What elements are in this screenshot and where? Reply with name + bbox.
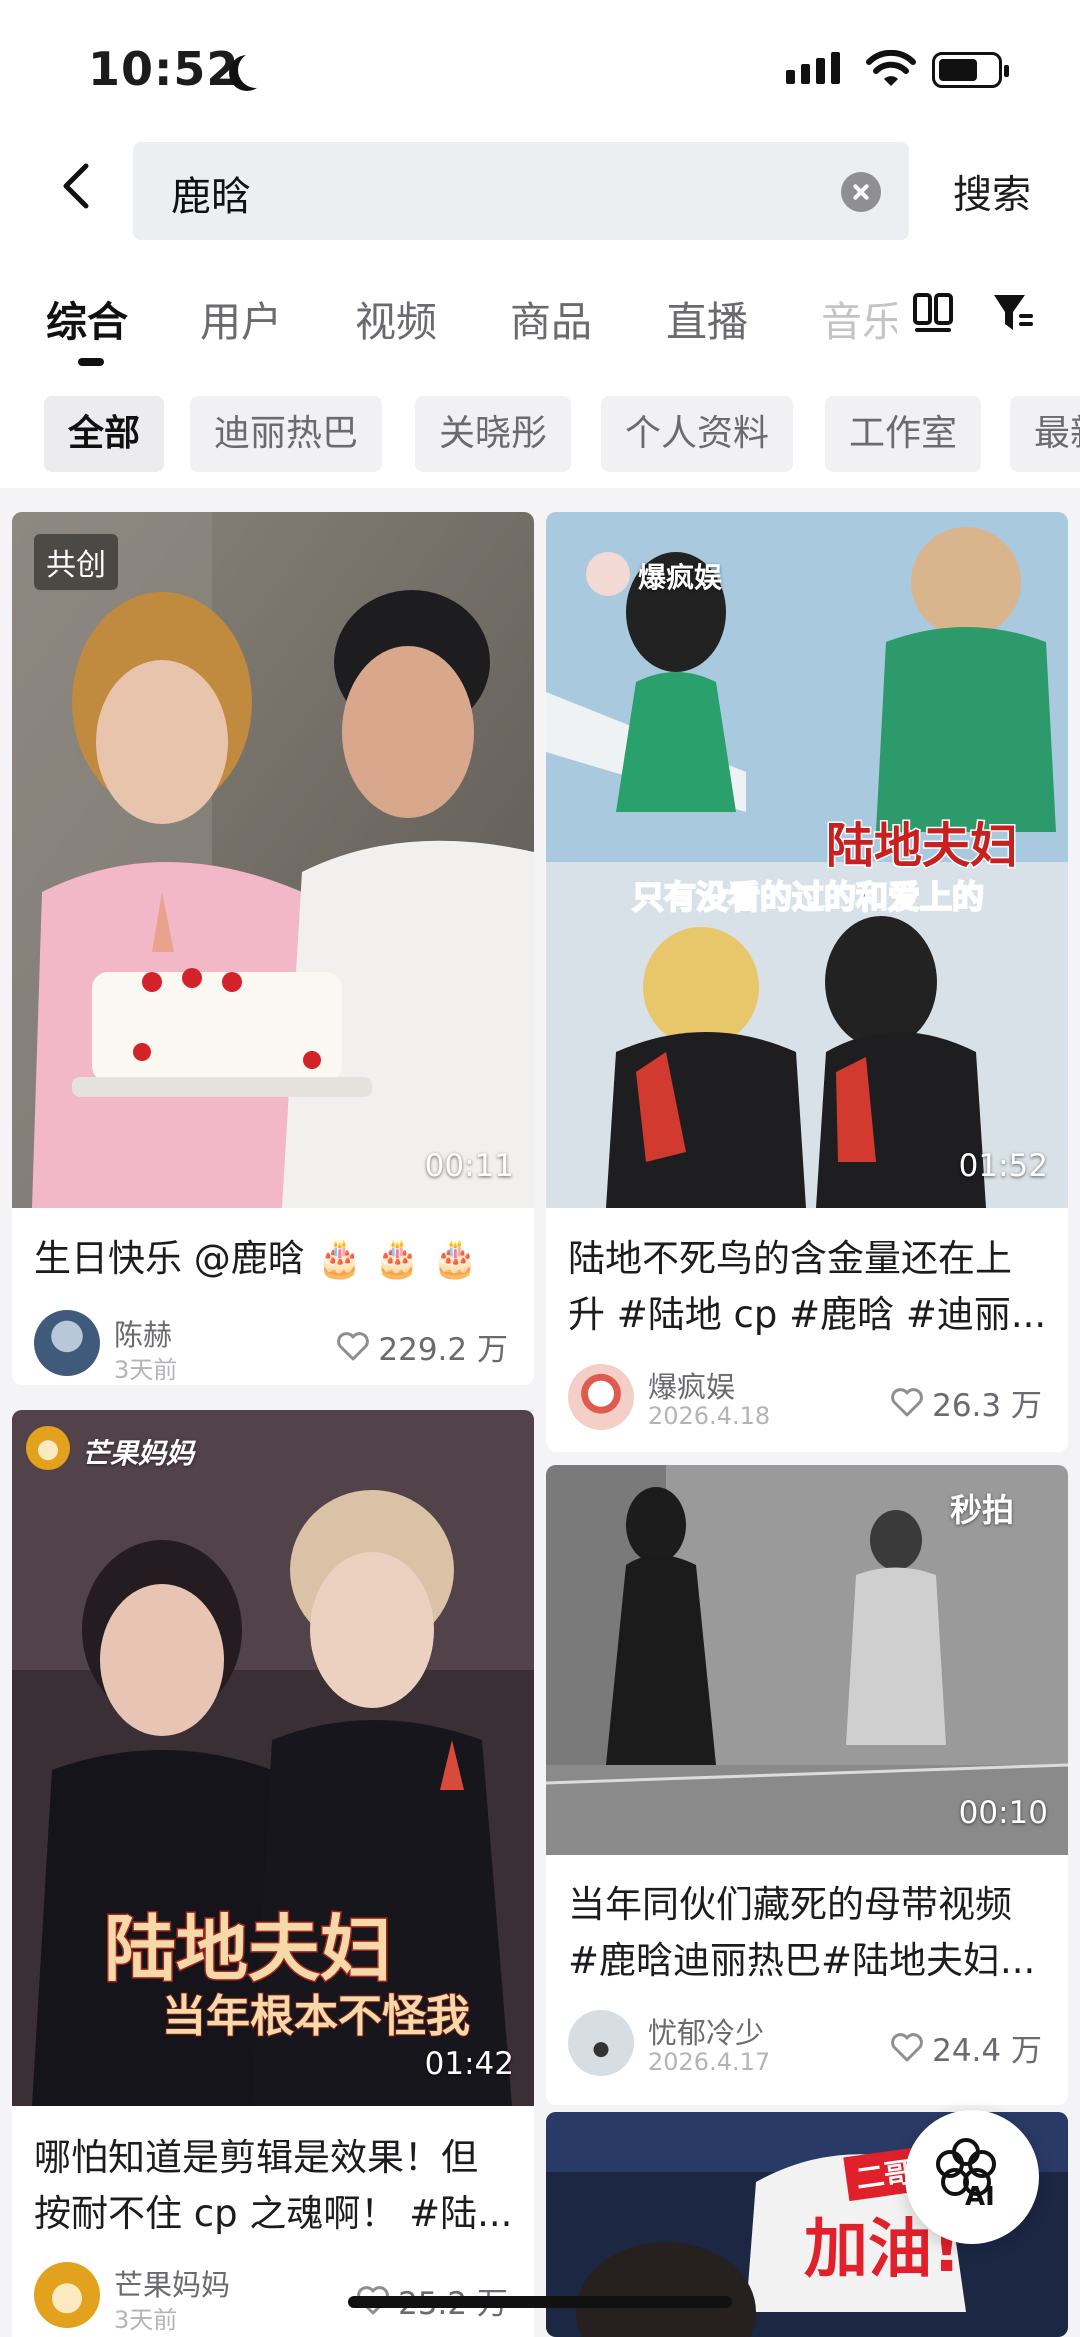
- tab-music[interactable]: 音乐: [821, 288, 897, 348]
- ai-assistant-button[interactable]: AI: [905, 2110, 1039, 2244]
- search-input[interactable]: 鹿晗: [133, 142, 909, 240]
- chip-all[interactable]: 全部: [44, 396, 165, 472]
- author-name[interactable]: 爆疯娱: [648, 1364, 735, 1406]
- like-count[interactable]: 24.4 万: [890, 2025, 1042, 2070]
- author-avatar[interactable]: [568, 1364, 634, 1430]
- video-title: 当年同伙们藏死的母带视频 #鹿晗迪丽热巴#陆地夫妇...: [568, 1883, 1036, 1982]
- video-duration: 00:10: [958, 1795, 1048, 1831]
- ai-label: AI: [965, 2182, 995, 2212]
- chip-profile[interactable]: 个人资料: [601, 396, 794, 472]
- channel-watermark: 爆疯娱: [638, 561, 723, 594]
- video-card[interactable]: 秒拍 00:10 当年同伙们藏死的母带视频 #鹿晗迪丽热巴#陆地夫妇... 忧郁…: [546, 1465, 1068, 2105]
- battery-icon: [932, 52, 1009, 88]
- like-count-value: 24.4 万: [932, 2033, 1042, 2069]
- like-count[interactable]: 26.3 万: [890, 1380, 1042, 1425]
- video-title: 哪怕知道是剪辑是效果！但按耐不住 cp 之魂啊！ #陆...: [34, 2136, 513, 2235]
- co-create-badge: 共创: [34, 534, 118, 590]
- chip-dilireba[interactable]: 迪丽热巴: [190, 396, 383, 472]
- search-button[interactable]: 搜索: [953, 164, 1031, 220]
- author-avatar[interactable]: [34, 2262, 100, 2328]
- video-card[interactable]: 爆疯娱 陆地夫妇 只有没看的过的和爱上的 01:52 陆地不死鸟的含金量还在上升…: [546, 512, 1068, 1452]
- post-date: 2026.4.18: [648, 1402, 771, 1430]
- author-name[interactable]: 陈赫: [114, 1312, 172, 1354]
- video-card[interactable]: 芒果妈妈 陆地夫妇 当年根本不怪我 01:42 哪怕知道是剪辑是效果！但按耐不住…: [12, 1410, 534, 2337]
- grid-view-icon[interactable]: [912, 292, 954, 334]
- chip-studio[interactable]: 工作室: [825, 396, 982, 472]
- video-thumbnail: [12, 512, 534, 1208]
- tab-all[interactable]: 综合: [46, 288, 128, 348]
- tab-users[interactable]: 用户: [200, 288, 282, 348]
- channel-logo-icon: [26, 1426, 70, 1470]
- wifi-icon: [866, 50, 916, 86]
- video-duration: 01:52: [958, 1148, 1048, 1184]
- author-avatar[interactable]: [34, 1310, 100, 1376]
- video-duration: 01:42: [424, 2046, 514, 2082]
- post-date: 3天前: [114, 1356, 178, 1384]
- tab-videos[interactable]: 视频: [355, 288, 437, 348]
- status-bar: 10:52: [0, 0, 1080, 140]
- channel-watermark: 秒拍: [950, 1491, 1015, 1529]
- result-tabs: 综合 用户 视频 商品 直播 音乐: [0, 260, 1080, 378]
- video-card[interactable]: 共创 00:11 生日快乐 @鹿晗 🎂 🎂 🎂 陈赫 3天前 229.2 万: [12, 512, 534, 1385]
- tab-live[interactable]: 直播: [666, 288, 748, 348]
- home-indicator: [348, 2296, 732, 2308]
- filter-chips: 全部 迪丽热巴 关晓彤 个人资料 工作室 最新: [0, 378, 1080, 488]
- like-count-value: 26.3 万: [932, 1388, 1042, 1424]
- signal-icon: [786, 52, 840, 84]
- overlay-title: 陆地夫妇: [824, 817, 1019, 876]
- moon-icon: [238, 52, 274, 88]
- overlay-subtitle: 当年根本不怪我: [161, 1990, 471, 2043]
- like-count-value: 229.2 万: [378, 1332, 508, 1368]
- filter-icon[interactable]: [991, 290, 1035, 336]
- tab-active-indicator: [78, 358, 104, 366]
- status-time: 10:52: [88, 42, 240, 96]
- search-query: 鹿晗: [171, 174, 251, 220]
- tab-products[interactable]: 商品: [510, 288, 592, 348]
- heart-icon: [891, 1387, 924, 1416]
- channel-logo-icon: [586, 552, 630, 596]
- back-icon[interactable]: [52, 158, 108, 214]
- chip-latest[interactable]: 最新: [1010, 396, 1080, 472]
- author-name[interactable]: 忧郁冷少: [648, 2010, 764, 2052]
- search-header: 鹿晗 搜索: [0, 140, 1080, 260]
- post-date: 2026.4.17: [648, 2048, 771, 2076]
- chip-guanxiaotong[interactable]: 关晓彤: [415, 396, 572, 472]
- post-date: 3天前: [114, 2306, 178, 2334]
- video-title: 生日快乐 @鹿晗 🎂 🎂 🎂: [34, 1237, 479, 1280]
- author-name[interactable]: 芒果妈妈: [114, 2262, 230, 2304]
- video-duration: 00:11: [424, 1148, 514, 1184]
- heart-icon: [337, 1331, 370, 1360]
- video-title: 陆地不死鸟的含金量还在上升 #陆地 cp #鹿晗 #迪丽...: [568, 1237, 1047, 1336]
- heart-icon: [891, 2032, 924, 2061]
- like-count[interactable]: 229.2 万: [336, 1324, 508, 1369]
- author-avatar[interactable]: [568, 2010, 634, 2076]
- channel-watermark: 芒果妈妈: [82, 1437, 195, 1470]
- overlay-subtitle: 只有没看的过的和爱上的: [631, 877, 985, 917]
- clear-icon[interactable]: [841, 172, 881, 212]
